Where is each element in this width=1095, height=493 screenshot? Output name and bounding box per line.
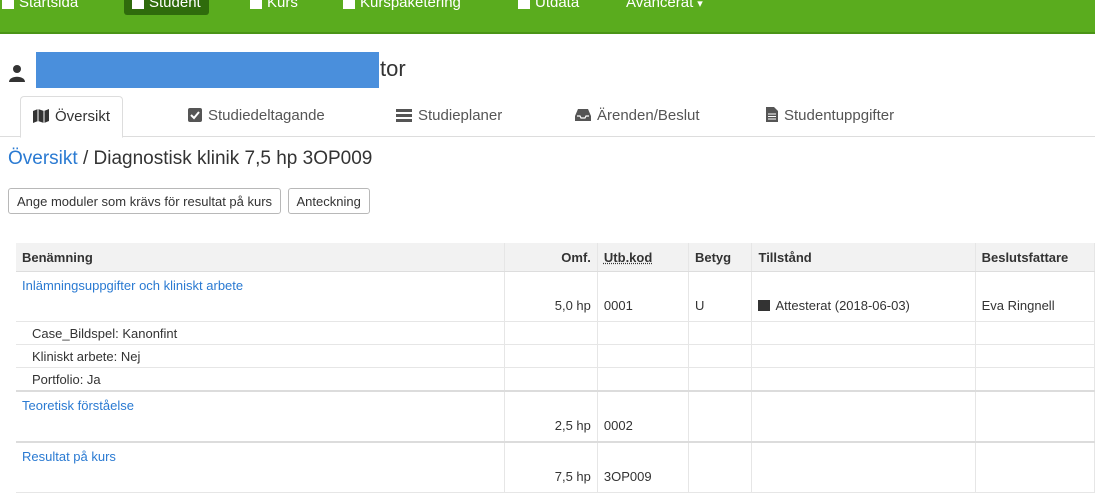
top-nav-bar: Startsida Student Kurs Kurspaketering Ut… (0, 0, 1095, 34)
map-icon (33, 109, 49, 123)
table-row: Resultat på kurs 7,5 hp 3OP009 (16, 441, 1095, 493)
row-subitem: Portfolio: Ja (16, 367, 506, 392)
tab-cases-decisions[interactable]: Ärenden/Beslut (563, 96, 712, 135)
table-header-row: Benämning Omf. Utb.kod Betyg Tillstånd B… (16, 243, 1095, 272)
set-required-modules-button[interactable]: Ange moduler som krävs för resultat på k… (8, 188, 282, 214)
table-row: Kliniskt arbete: Nej (16, 344, 1095, 368)
table-row: Portfolio: Ja (16, 367, 1095, 392)
row-name: Resultat på kurs (16, 441, 506, 493)
document-icon (766, 107, 778, 122)
nav-home[interactable]: Startsida (2, 0, 78, 15)
student-tabs: Översikt Studiedeltagande Studieplaner Ä… (0, 96, 1095, 138)
row-code: 0001 (597, 271, 689, 322)
row-status: Attesterat (2018-06-03) (751, 271, 976, 322)
caret-down-icon: ▾ (697, 0, 703, 10)
edit-icon (250, 0, 262, 9)
row-omf: 5,0 hp (504, 271, 598, 322)
col-header-code[interactable]: Utb.kod (597, 243, 689, 272)
row-subitem: Case_Bildspel: Kanonfint (16, 321, 506, 345)
stamp-icon (758, 300, 771, 311)
user-icon (132, 0, 144, 9)
table-row: Teoretisk förståelse 2,5 hp 0002 (16, 390, 1095, 443)
tab-overview[interactable]: Översikt (20, 96, 124, 138)
breadcrumb-overview-link[interactable]: Översikt (8, 148, 78, 169)
page-title: Diagnostisk klinik 7,5 hp 3OP009 (93, 148, 373, 169)
breadcrumb: Översikt / Diagnostisk klinik 7,5 hp 3OP… (8, 148, 372, 170)
nav-output[interactable]: Utdata (518, 0, 579, 15)
col-header-status: Tillstånd (751, 243, 976, 272)
row-name: Teoretisk förståelse (16, 390, 506, 443)
results-table: Benämning Omf. Utb.kod Betyg Tillstånd B… (16, 243, 1095, 493)
row-subitem: Kliniskt arbete: Nej (16, 344, 506, 368)
tab-student-info[interactable]: Studentuppgifter (754, 96, 906, 135)
redacted-name (36, 52, 379, 88)
tab-study-participation[interactable]: Studiedeltagande (176, 96, 337, 135)
tab-study-plans[interactable]: Studieplaner (384, 96, 514, 135)
col-header-omf: Omf. (504, 243, 598, 272)
nav-advanced[interactable]: Avancerat ▾ (626, 0, 703, 15)
row-code: 3OP009 (597, 441, 689, 493)
list-icon (396, 109, 412, 122)
row-omf: 2,5 hp (504, 390, 598, 443)
row-name: Inlämningsuppgifter och kliniskt arbete (16, 271, 506, 322)
nav-student[interactable]: Student (124, 0, 209, 15)
row-grade: U (688, 271, 753, 322)
breadcrumb-separator: / (77, 148, 94, 169)
action-buttons: Ange moduler som krävs för resultat på k… (8, 188, 372, 214)
col-header-grade: Betyg (688, 243, 753, 272)
checkbox-icon (188, 108, 202, 122)
file-icon (518, 0, 530, 9)
home-icon (2, 0, 14, 9)
module-link[interactable]: Teoretisk förståelse (22, 398, 134, 413)
user-icon (9, 65, 25, 82)
nav-course[interactable]: Kurs (250, 0, 298, 15)
table-row: Inlämningsuppgifter och kliniskt arbete … (16, 271, 1095, 322)
table-row: Case_Bildspel: Kanonfint (16, 321, 1095, 345)
package-icon (343, 0, 355, 9)
row-code: 0002 (597, 390, 689, 443)
module-link[interactable]: Inlämningsuppgifter och kliniskt arbete (22, 278, 243, 293)
row-decider: Eva Ringnell (975, 271, 1095, 322)
col-header-decider: Beslutsfattare (975, 243, 1095, 272)
inbox-icon (575, 109, 591, 121)
note-button[interactable]: Anteckning (287, 188, 370, 214)
col-header-name: Benämning (16, 243, 506, 272)
row-omf: 7,5 hp (504, 441, 598, 493)
nav-course-packaging[interactable]: Kurspaketering (343, 0, 461, 15)
student-name: tor (380, 56, 406, 81)
module-link[interactable]: Resultat på kurs (22, 449, 116, 464)
